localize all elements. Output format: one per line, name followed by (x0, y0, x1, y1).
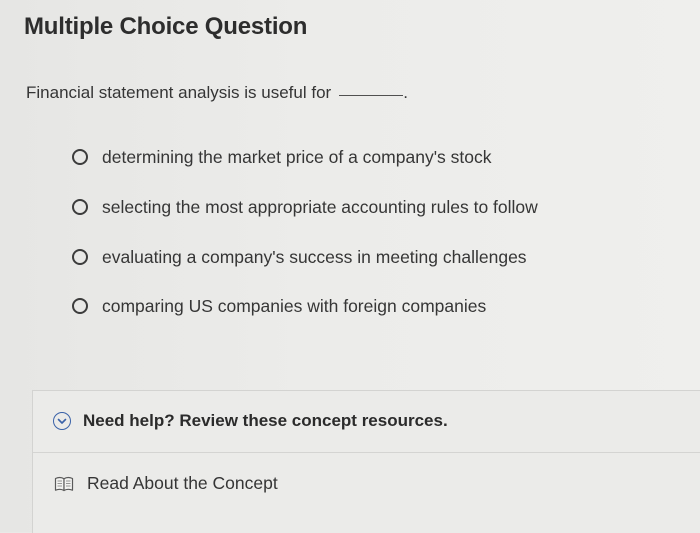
answer-option-label: comparing US companies with foreign comp… (102, 295, 487, 316)
radio-button-icon[interactable] (72, 249, 88, 265)
read-concept-link[interactable]: Read About the Concept (53, 473, 278, 494)
answer-option[interactable]: evaluating a company's success in meetin… (72, 244, 527, 270)
answer-option[interactable]: selecting the most appropriate accountin… (72, 194, 538, 220)
radio-button-icon[interactable] (72, 298, 88, 314)
answer-option-label: evaluating a company's success in meetin… (102, 246, 527, 267)
question-prompt: Financial statement analysis is useful f… (26, 83, 408, 103)
radio-button-icon[interactable] (72, 149, 88, 165)
radio-button-icon[interactable] (72, 199, 88, 215)
question-screen: Multiple Choice Question Financial state… (0, 0, 700, 533)
help-toggle-button[interactable]: Need help? Review these concept resource… (53, 411, 448, 431)
answer-option[interactable]: comparing US companies with foreign comp… (72, 293, 486, 319)
question-type-title: Multiple Choice Question (24, 13, 308, 40)
answer-option-label: selecting the most appropriate accountin… (102, 196, 538, 217)
chevron-down-icon (57, 418, 67, 424)
read-concept-label: Read About the Concept (87, 473, 278, 493)
question-text: Financial statement analysis is useful f… (26, 83, 332, 102)
book-icon (53, 475, 75, 493)
answer-option-label: determining the market price of a compan… (102, 146, 492, 167)
help-toggle-label: Need help? Review these concept resource… (83, 411, 448, 430)
answer-blank (339, 94, 404, 96)
divider (33, 452, 700, 453)
help-resources-panel: Need help? Review these concept resource… (32, 390, 700, 533)
answer-option[interactable]: determining the market price of a compan… (72, 144, 492, 170)
chevron-down-circle-icon[interactable] (53, 412, 71, 430)
question-punctuation: . (403, 83, 408, 102)
